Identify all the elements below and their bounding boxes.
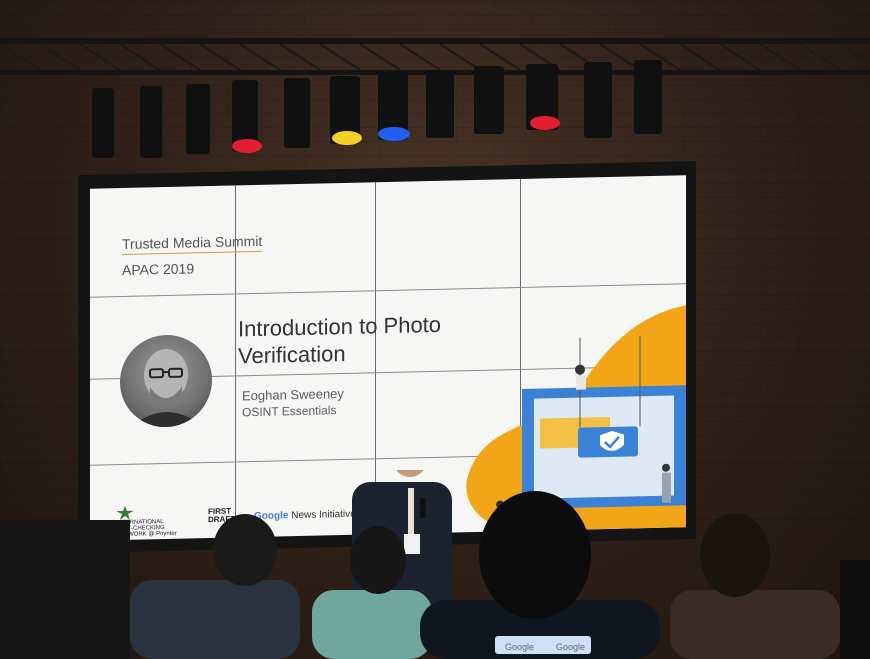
audience-member [130,580,300,659]
speaker-cabinet [0,520,130,659]
speaker-org: OSINT Essentials [242,403,337,420]
audience-member [670,590,840,659]
event-year: APAC 2019 [122,260,195,279]
badge-text-left: Google [505,642,534,652]
badge-text-right: Google [556,642,585,652]
speaker-name: Eoghan Sweeney [242,386,344,404]
light-yellow [332,131,362,145]
speaker-portrait [120,333,212,429]
lighting-truss [0,38,870,158]
panel-seam [90,283,686,298]
audience-member [312,590,432,659]
audience-foreground: Google Google [0,470,870,659]
light-red-left [232,139,262,153]
event-title: Trusted Media Summit [122,232,263,256]
light-red-right [530,116,560,130]
light-blue [378,127,410,141]
photo-frame: Trusted Media Summit APAC 2019 Introduct… [0,0,870,659]
